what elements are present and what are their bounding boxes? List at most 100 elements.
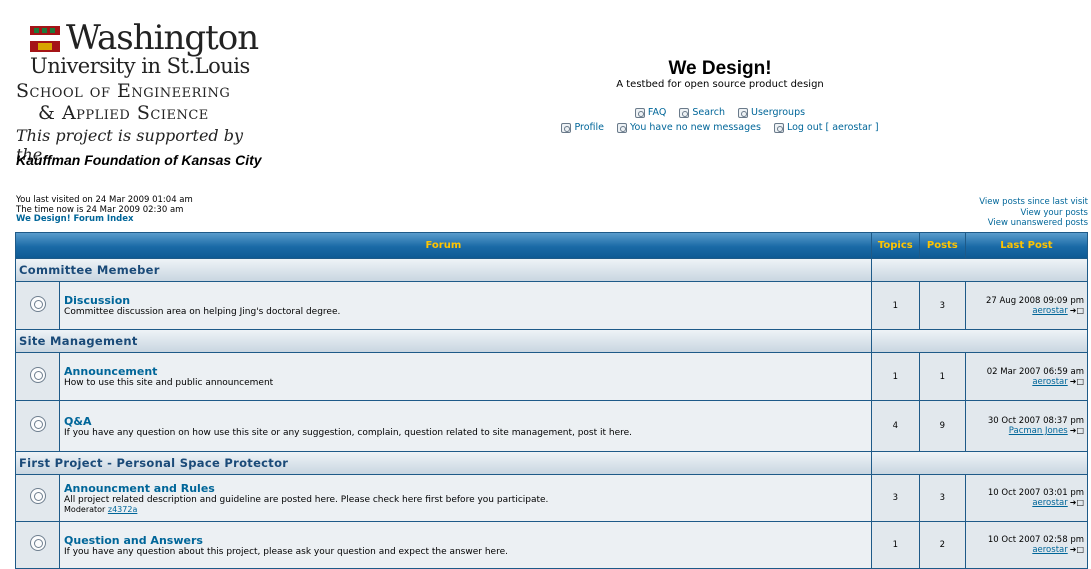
last-post-date: 30 Oct 2007 08:37 pm — [987, 416, 1084, 426]
site-title: We Design! — [668, 58, 772, 79]
logo-line-washington: Washington — [66, 18, 259, 58]
forum-name-link[interactable]: Announcement — [60, 365, 871, 378]
last-post-author-link[interactable]: aerostar — [1032, 306, 1067, 316]
top-nav-row-2: Profile You have no new messages Log out… — [480, 122, 960, 136]
forum-table: Forum Topics Posts Last Post Committee M… — [15, 232, 1088, 569]
forum-posts-count: 2 — [919, 522, 965, 568]
forum-row: Q&A If you have any question on how use … — [16, 401, 1087, 451]
last-post-author-link[interactable]: Pacman Jones — [1009, 426, 1068, 436]
faq-label: FAQ — [647, 107, 667, 118]
header-forum: Forum — [16, 233, 871, 258]
forum-last-post: 27 Aug 2008 09:09 pm aerostar ➜□ — [965, 282, 1087, 329]
profile-link[interactable]: Profile — [561, 122, 604, 133]
forum-topics-count: 1 — [871, 522, 919, 568]
forum-posts-count: 1 — [919, 353, 965, 400]
header-topics: Topics — [871, 233, 919, 258]
view-your-posts-link[interactable]: View your posts — [979, 208, 1088, 219]
logout-label: Log out [ aerostar ] — [786, 122, 879, 133]
category-row: First Project - Personal Space Protector — [16, 452, 1087, 474]
forum-posts-count: 3 — [919, 282, 965, 329]
last-post-date: 10 Oct 2007 03:01 pm — [987, 488, 1084, 498]
forum-row: Question and Answers If you have any que… — [16, 522, 1087, 568]
forum-description: Committee discussion area on helping Jin… — [64, 307, 341, 317]
forum-topics-count: 1 — [871, 353, 919, 400]
forum-name-link[interactable]: Discussion — [60, 294, 871, 307]
goto-last-post-icon[interactable]: ➜□ — [1070, 426, 1084, 436]
forum-folder-icon — [29, 366, 46, 383]
forum-moderator: Moderator z4372a — [60, 505, 871, 514]
last-post-date: 10 Oct 2007 02:58 pm — [987, 535, 1084, 545]
usergroups-label: Usergroups — [751, 107, 806, 118]
forum-topics-count: 4 — [871, 401, 919, 451]
forum-description: How to use this site and public announce… — [64, 378, 274, 388]
goto-last-post-icon[interactable]: ➜□ — [1070, 306, 1084, 316]
forum-last-post: 10 Oct 2007 02:58 pm aerostar ➜□ — [965, 522, 1087, 568]
forum-posts-count: 3 — [919, 475, 965, 521]
forum-name-link[interactable]: Question and Answers — [60, 534, 871, 547]
category-name[interactable]: Committee Memeber — [16, 259, 871, 281]
last-post-date: 27 Aug 2008 09:09 pm — [985, 295, 1084, 306]
messages-label: You have no new messages — [630, 122, 761, 133]
usergroups-link[interactable]: Usergroups — [738, 107, 805, 118]
usergroups-icon — [738, 107, 749, 118]
category-name[interactable]: First Project - Personal Space Protector — [16, 452, 871, 474]
forum-last-post: 02 Mar 2007 06:59 am aerostar ➜□ — [965, 353, 1087, 400]
forum-index-link[interactable]: We Design! Forum Index — [16, 214, 133, 224]
logo-line-school: School of Engineering — [16, 80, 231, 102]
forum-folder-icon — [29, 416, 46, 432]
category-row: Site Management — [16, 330, 1087, 352]
goto-last-post-icon[interactable]: ➜□ — [1070, 545, 1084, 555]
search-icon — [679, 107, 690, 118]
moderator-label: Moderator — [64, 505, 106, 514]
forum-row: Announcment and Rules All project relate… — [16, 475, 1087, 521]
last-post-author-link[interactable]: aerostar — [1032, 377, 1067, 387]
messages-icon — [617, 122, 628, 133]
forum-last-post: 10 Oct 2007 03:01 pm aerostar ➜□ — [965, 475, 1087, 521]
forum-description: If you have any question about this proj… — [64, 546, 508, 557]
table-header-row: Forum Topics Posts Last Post — [16, 233, 1087, 258]
forum-topics-count: 3 — [871, 475, 919, 521]
search-label: Search — [692, 107, 725, 118]
forum-folder-icon — [29, 295, 46, 312]
moderator-link[interactable]: z4372a — [108, 505, 137, 514]
view-posts-since-last-visit-link[interactable]: View posts since last visit — [979, 197, 1088, 208]
profile-icon — [561, 122, 572, 133]
forum-name-link[interactable]: Announcment and Rules — [60, 482, 871, 495]
forum-name-link[interactable]: Q&A — [60, 415, 871, 428]
last-post-date: 02 Mar 2007 06:59 am — [986, 366, 1084, 377]
forum-description: If you have any question on how use this… — [64, 427, 633, 438]
site-description: A testbed for open source product design — [616, 79, 824, 90]
view-posts-links: View posts since last visit View your po… — [979, 197, 1088, 229]
category-row: Committee Memeber — [16, 259, 1087, 281]
faq-link[interactable]: FAQ — [634, 107, 667, 118]
goto-last-post-icon[interactable]: ➜□ — [1070, 377, 1084, 387]
profile-label: Profile — [574, 122, 604, 133]
visit-info: You last visited on 24 Mar 2009 01:04 am… — [16, 195, 193, 225]
logo-line-university: University in St.Louis — [30, 54, 250, 78]
crest-icon — [30, 26, 60, 52]
forum-folder-icon — [29, 535, 46, 551]
header-last-post: Last Post — [965, 233, 1087, 258]
logout-link[interactable]: Log out [ aerostar ] — [773, 122, 879, 133]
forum-posts-count: 9 — [919, 401, 965, 451]
logo-line-applied-science: & Applied Science — [38, 102, 209, 124]
goto-last-post-icon[interactable]: ➜□ — [1070, 498, 1084, 508]
faq-icon — [634, 107, 645, 118]
forum-topics-count: 1 — [871, 282, 919, 329]
category-name[interactable]: Site Management — [16, 330, 871, 352]
view-unanswered-posts-link[interactable]: View unanswered posts — [979, 218, 1088, 229]
last-post-author-link[interactable]: aerostar — [1032, 498, 1067, 508]
messages-link[interactable]: You have no new messages — [617, 122, 761, 133]
forum-row: Discussion Committee discussion area on … — [16, 282, 1087, 329]
forum-row: Announcement How to use this site and pu… — [16, 353, 1087, 400]
logout-icon — [773, 122, 784, 133]
search-link[interactable]: Search — [679, 107, 725, 118]
logo-line-kauffman: Kauffman Foundation of Kansas City — [16, 152, 262, 168]
top-nav-row-1: FAQ Search Usergroups — [480, 107, 960, 121]
forum-description: All project related description and guid… — [64, 495, 549, 505]
forum-folder-icon — [29, 488, 46, 504]
last-post-author-link[interactable]: aerostar — [1032, 545, 1067, 555]
university-logo: Washington University in St.Louis School… — [16, 18, 270, 176]
header-posts: Posts — [919, 233, 965, 258]
forum-last-post: 30 Oct 2007 08:37 pm Pacman Jones ➜□ — [965, 401, 1087, 451]
